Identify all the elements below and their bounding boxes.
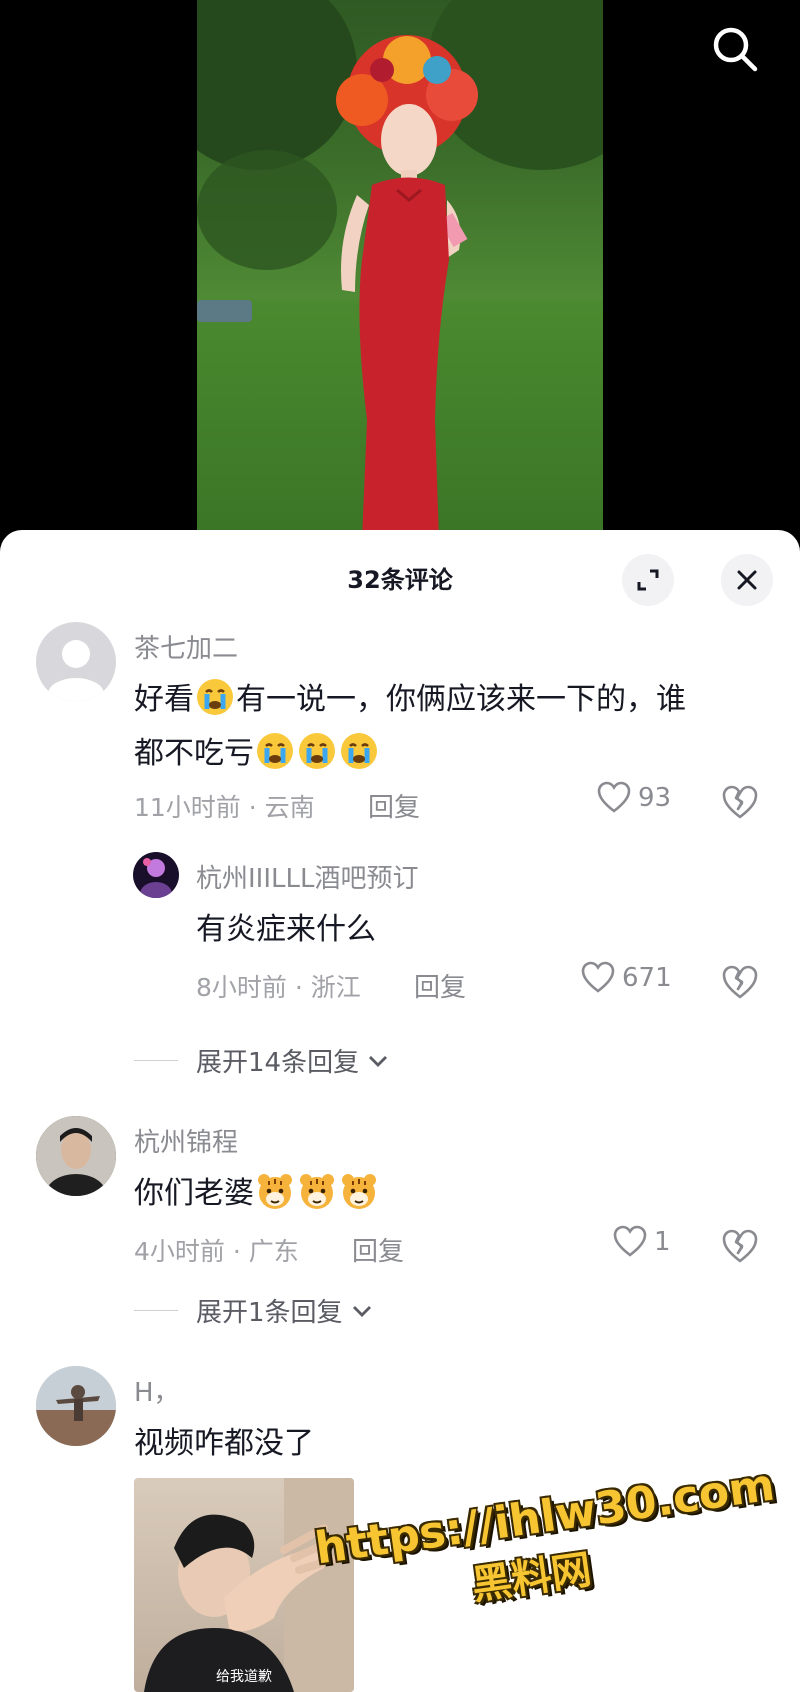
comment-text: 视频咋都没了: [134, 1426, 314, 1461]
reply-time-location: 8小时前 · 浙江: [196, 973, 361, 1002]
like-count: 1: [654, 1227, 671, 1257]
avatar[interactable]: [133, 852, 179, 898]
search-icon[interactable]: [710, 24, 760, 74]
comment-time-location: 4小时前 · 广东: [134, 1237, 299, 1266]
comment-text: 你们老婆: [134, 1166, 380, 1222]
expand-replies-button[interactable]: 展开14条回复: [134, 1042, 391, 1079]
avatar[interactable]: [36, 1366, 116, 1446]
broken-heart-icon[interactable]: [720, 1227, 760, 1267]
chevron-down-icon: [352, 1305, 371, 1317]
tiger-face-icon: [342, 1174, 376, 1209]
heart-icon: [613, 1225, 647, 1257]
like-button[interactable]: 671: [580, 960, 672, 996]
divider: [134, 1310, 178, 1311]
like-count: 93: [638, 783, 672, 813]
comment-text: 都不吃亏: [134, 726, 380, 782]
heart-icon: [597, 781, 631, 813]
comment-username[interactable]: H，: [134, 1372, 180, 1409]
crying-face-icon: [197, 679, 233, 715]
expand-button[interactable]: [622, 554, 674, 606]
comment-text: 好看 有一说一，你俩应该来一下的，谁: [134, 672, 686, 728]
reply-button[interactable]: 回复: [414, 967, 466, 1004]
close-icon: [737, 570, 757, 590]
like-count: 671: [622, 963, 672, 993]
reply-username[interactable]: 杭州IIILLL酒吧预订: [196, 858, 418, 895]
crying-face-icon: [341, 733, 377, 769]
like-button[interactable]: 1: [612, 1224, 671, 1260]
avatar[interactable]: [36, 622, 116, 702]
reply-button[interactable]: 回复: [352, 1231, 404, 1268]
crying-face-icon: [299, 733, 335, 769]
reply-text: 有炎症来什么: [196, 912, 376, 947]
heart-icon: [581, 961, 615, 993]
comment-time-location: 11小时前 · 云南: [134, 793, 315, 822]
expand-icon: [637, 569, 659, 591]
close-button[interactable]: [721, 554, 773, 606]
reply-button[interactable]: 回复: [368, 787, 420, 824]
comments-count-title: 32条评论: [347, 566, 453, 594]
expand-replies-button[interactable]: 展开1条回复: [134, 1292, 375, 1329]
divider: [134, 1060, 178, 1061]
sticker-caption: 给我道歉: [216, 1669, 272, 1685]
avatar[interactable]: [36, 1116, 116, 1196]
expand-replies-label: 展开14条回复: [196, 1048, 360, 1078]
video-player[interactable]: [0, 0, 800, 540]
expand-replies-label: 展开1条回复: [196, 1298, 343, 1328]
video-frame-image: [197, 0, 603, 540]
crying-face-icon: [257, 733, 293, 769]
broken-heart-icon[interactable]: [720, 783, 760, 823]
like-button[interactable]: 93: [596, 780, 671, 816]
chevron-down-icon: [369, 1055, 388, 1067]
tiger-face-icon: [258, 1174, 292, 1209]
comment-username[interactable]: 杭州锦程: [134, 1122, 238, 1159]
broken-heart-icon[interactable]: [720, 963, 760, 1003]
comment-username[interactable]: 茶七加二: [134, 628, 238, 665]
tiger-face-icon: [300, 1174, 334, 1209]
